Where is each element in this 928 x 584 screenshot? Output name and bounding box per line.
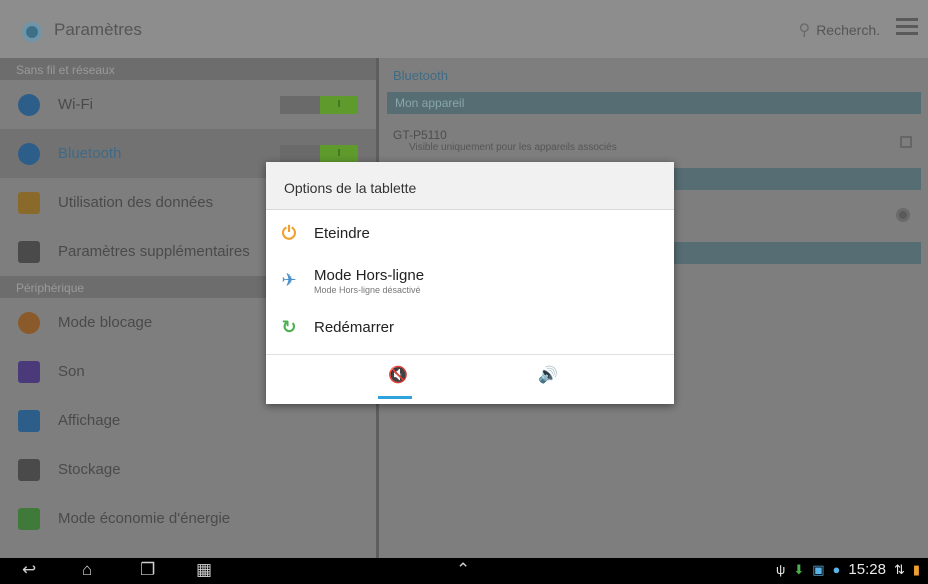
airplane-icon: ✈ bbox=[281, 270, 297, 290]
restart-option[interactable]: ↻ Redémarrer bbox=[266, 304, 674, 351]
power-icon: ⏻ bbox=[281, 223, 297, 243]
visibility-checkbox[interactable] bbox=[900, 136, 912, 148]
display-icon bbox=[18, 409, 40, 432]
sound-icon bbox=[18, 360, 40, 383]
download-icon: ⬇ bbox=[793, 561, 805, 577]
dialog-title: Options de la tablette bbox=[266, 162, 674, 210]
screenshot-icon[interactable]: ▦ bbox=[196, 560, 212, 580]
battery-icon: ▮ bbox=[912, 561, 920, 577]
settings-item-label: Affichage bbox=[58, 412, 121, 429]
search-button[interactable]: ⚲ Recherch. bbox=[798, 20, 880, 40]
settings-item-label: Mode économie d'énergie bbox=[58, 510, 231, 527]
settings-item-label: Son bbox=[58, 363, 85, 380]
signal-icon: ⇅ bbox=[893, 561, 905, 577]
option-label: Eteindre bbox=[314, 225, 370, 242]
settings-item-label: Utilisation des données bbox=[58, 194, 214, 211]
clock: 15:28 bbox=[848, 561, 886, 578]
chevron-up-icon[interactable]: ⌃ bbox=[456, 560, 470, 580]
device-name: GT-P5110 bbox=[393, 128, 447, 142]
bluetooth-icon bbox=[18, 142, 40, 165]
gear-icon[interactable] bbox=[896, 208, 910, 222]
option-sublabel: Mode Hors-ligne désactivé bbox=[314, 284, 421, 295]
data-usage-icon bbox=[18, 191, 40, 214]
settings-item-power-saving[interactable]: Mode économie d'énergie bbox=[0, 494, 376, 543]
power-off-option[interactable]: ⏻ Eteindre bbox=[266, 210, 674, 257]
option-label: Redémarrer bbox=[314, 319, 395, 336]
action-bar: Paramètres ⚲ Recherch. bbox=[0, 0, 928, 58]
status-area[interactable]: ψ ⬇ ▣ ● 15:28 ⇅ ▮ bbox=[776, 561, 920, 578]
recent-apps-icon[interactable]: ❐ bbox=[140, 560, 155, 580]
toggle-knob: I bbox=[320, 145, 358, 163]
sync-icon: ● bbox=[832, 562, 841, 577]
device-options-dialog: Options de la tablette ⏻ Eteindre ✈ Mode… bbox=[266, 162, 674, 404]
section-header-wireless: Sans fil et réseaux bbox=[0, 58, 376, 80]
page-title: Paramètres bbox=[54, 20, 142, 39]
wifi-icon bbox=[18, 93, 40, 116]
settings-item-label: Bluetooth bbox=[58, 145, 122, 162]
overflow-menu-icon[interactable] bbox=[896, 18, 918, 38]
settings-gear-icon bbox=[22, 22, 42, 42]
sound-mode-button[interactable]: 🔊 bbox=[528, 365, 568, 395]
search-label: Recherch. bbox=[816, 22, 880, 38]
screenshot-notif-icon: ▣ bbox=[812, 561, 825, 577]
back-icon[interactable]: ↩ bbox=[22, 560, 36, 580]
toggle-knob: I bbox=[320, 96, 358, 114]
power-saving-icon bbox=[18, 507, 40, 530]
sound-mode-selector: 🔇 🔊 bbox=[266, 355, 674, 404]
airplane-mode-option[interactable]: ✈ Mode Hors-ligne Mode Hors-ligne désact… bbox=[266, 257, 674, 304]
sound-on-icon: 🔊 bbox=[538, 367, 558, 384]
home-icon[interactable]: ⌂ bbox=[82, 560, 92, 580]
restart-icon: ↻ bbox=[281, 317, 297, 337]
blocking-mode-icon bbox=[18, 311, 40, 334]
detail-header-my-device: Mon appareil bbox=[387, 92, 921, 114]
mute-icon: 🔇 bbox=[388, 367, 408, 384]
detail-title: Bluetooth bbox=[393, 68, 448, 83]
selected-indicator bbox=[378, 396, 412, 399]
settings-item-wifi[interactable]: Wi-Fi I bbox=[0, 80, 376, 129]
usb-icon: ψ bbox=[776, 562, 786, 577]
settings-item-storage[interactable]: Stockage bbox=[0, 445, 376, 494]
bluetooth-toggle[interactable]: I bbox=[280, 145, 358, 163]
settings-item-label: Stockage bbox=[58, 461, 121, 478]
settings-item-label: Paramètres supplémentaires bbox=[58, 243, 250, 260]
settings-item-label: Wi-Fi bbox=[58, 96, 93, 113]
device-visibility: Visible uniquement pour les appareils as… bbox=[409, 142, 617, 153]
device-entry[interactable]: GT-P5110 Visible uniquement pour les app… bbox=[393, 128, 617, 153]
search-icon: ⚲ bbox=[798, 22, 811, 39]
option-label: Mode Hors-ligne bbox=[314, 266, 425, 284]
storage-icon bbox=[18, 458, 40, 481]
system-bar: ↩ ⌂ ❐ ▦ ⌃ ψ ⬇ ▣ ● 15:28 ⇅ ▮ bbox=[0, 558, 928, 584]
settings-item-label: Mode blocage bbox=[58, 314, 153, 331]
more-settings-icon bbox=[18, 240, 40, 263]
mute-mode-button[interactable]: 🔇 bbox=[378, 365, 418, 399]
wifi-toggle[interactable]: I bbox=[280, 96, 358, 114]
